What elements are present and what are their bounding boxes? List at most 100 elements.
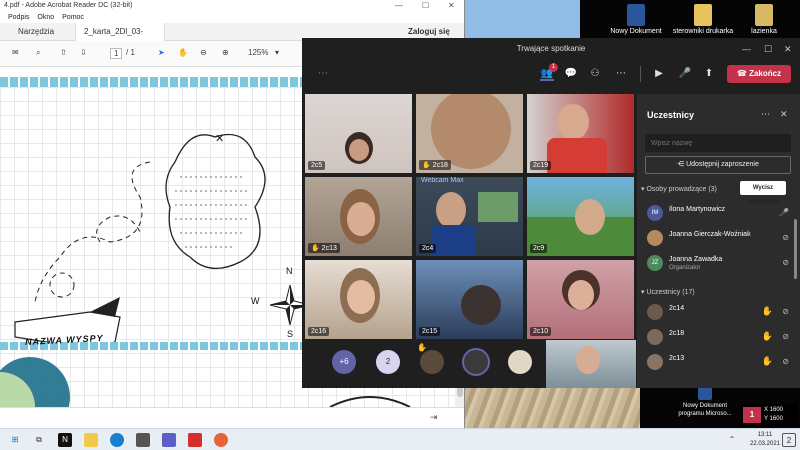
page-number-input[interactable]: 1 [110,48,123,59]
chevron-up-icon[interactable]: ⌃ [725,433,739,447]
search-icon[interactable]: ⌕ [36,48,40,58]
leave-meeting-button[interactable]: ☎ Zakończ [727,65,791,83]
video-tile[interactable]: 2c10 [527,260,634,339]
resolution-overlay: 1 X 1600 Y 1600 [740,404,798,426]
chevron-down-icon[interactable]: ▾ [275,48,279,57]
avatar [647,230,663,246]
participant-row[interactable]: 2c18 ✋ ⊘ [647,327,793,349]
participant-avatar[interactable] [420,350,444,374]
page-up-icon[interactable]: ⇧ [60,48,67,57]
tile-label: 2c10 [530,327,552,336]
video-tile[interactable]: ✋ 2c18 [416,94,523,173]
zoom-in-icon[interactable]: ⊕ [222,48,229,57]
collapse-panel-icon[interactable]: ⇥ [430,412,438,423]
tab-document[interactable]: 2_karta_2Dl_03-04... [75,23,165,54]
microphone-icon[interactable]: 🎤 [678,67,692,81]
raised-hand-icon: ✋ [422,162,431,169]
mail-icon[interactable]: ✉ [12,48,19,57]
microphone-muted-icon[interactable]: ⊘ [782,258,789,267]
participant-avatar-teddy[interactable] [508,350,532,374]
microphone-muted-icon[interactable]: ⊘ [782,233,789,242]
self-video-preview[interactable] [546,340,636,388]
more-participants-button[interactable]: +6 [332,350,356,374]
desktop-icon-word-doc[interactable]: Nowy Dokument programu Microso... [670,386,740,418]
task-view-icon[interactable]: ⧉ [32,433,46,447]
acrobat-app-icon[interactable] [188,433,202,447]
participant-row[interactable]: Joanna Gierczak-Woźniak ⊘ [647,228,793,250]
chat-icon[interactable]: 💬 [564,67,578,81]
file-explorer-icon[interactable] [84,433,98,447]
store-icon[interactable] [136,433,150,447]
tile-label: 2c5 [308,161,326,170]
raised-hand-icon: ✋ [761,306,773,316]
page-down-icon[interactable]: ⇩ [80,48,87,57]
system-clock[interactable]: 13:11 22.03.2021 [750,431,780,449]
zoom-level[interactable]: 125% [248,48,268,57]
maximize-icon[interactable]: ☐ [422,0,429,12]
avatar [647,304,663,320]
close-icon[interactable]: ✕ [448,0,455,12]
panel-title: Uczestnicy [647,110,695,120]
microphone-muted-icon[interactable]: ⊘ [782,332,789,341]
hand-tool-icon[interactable]: ✋ [178,48,188,57]
microphone-muted-icon[interactable]: ⊘ [782,307,789,316]
presenters-section-header[interactable]: ▾ Osoby prowadzące (3) [641,185,717,193]
leave-label: Zakończ [749,69,782,78]
more-options-icon[interactable]: ⋯ [761,109,770,120]
participant-name: Joanna Zawadka [669,256,723,263]
close-icon[interactable]: ✕ [780,109,788,120]
more-options-icon[interactable]: ⋯ [614,67,628,81]
window-title: 4.pdf - Adobe Acrobat Reader DC (32-bit) [4,2,133,9]
desktop-icon-folder-bathroom[interactable]: lazienka [733,0,795,35]
camera-icon[interactable]: ▶ [652,67,666,81]
video-tile[interactable]: ✋ 2c13 [305,177,412,256]
desktop-icon-label: Nowy Dokument programu Microso... [678,403,732,417]
participant-row[interactable]: IM Ilona Martynowicz 🎤 [647,203,793,225]
menu-item-pomoc[interactable]: Pomoc [62,14,84,21]
maximize-icon[interactable]: ☐ [764,38,772,60]
mute-all-button[interactable]: Wycisz wszystkich [740,181,786,205]
participant-count-avatar[interactable]: 2 [376,350,400,374]
video-tile[interactable]: 2c5 [305,94,412,173]
attendees-section-header[interactable]: ▾ Uczestnicy (17) [641,288,695,296]
breakout-rooms-icon[interactable]: ⚇ [588,67,602,81]
close-icon[interactable]: ✕ [784,38,792,60]
video-tile[interactable]: 2c9 [527,177,634,256]
participant-video [431,94,511,169]
desktop-icon-word[interactable]: Nowy Dokument [605,0,667,35]
tile-label: ✋ 2c18 [419,160,451,170]
notion-app-icon[interactable]: N [58,433,72,447]
video-tile[interactable]: 2c15 [416,260,523,339]
clock-date: 22.03.2021 [750,441,781,447]
windows-start-icon[interactable]: ⊞ [8,433,22,447]
share-screen-icon[interactable]: ⬆ [702,67,716,81]
participant-search-input[interactable] [645,134,791,152]
participant-row[interactable]: 2c13 ✋ ⊘ [647,352,793,374]
select-cursor-icon[interactable]: ➤ [158,48,165,57]
chevron-down-icon: ▾ [641,289,645,296]
zoom-out-icon[interactable]: ⊖ [200,48,207,57]
video-tile[interactable]: Webcam Max 2c4 [416,177,523,256]
desktop-icon-folder-drivers[interactable]: sterowniki drukarka [672,0,734,35]
share-invite-button[interactable]: ⋲ Udostępnij zaproszenie [645,156,791,174]
video-tile[interactable]: 2c19 [527,94,634,173]
menu-item-okno[interactable]: Okno [37,14,54,21]
microphone-icon[interactable]: 🎤 [779,208,789,217]
firefox-icon[interactable] [214,433,228,447]
panel-scrollbar[interactable] [794,219,797,279]
participant-row[interactable]: JZ Joanna Zawadka Organizator ⊘ [647,253,793,275]
tab-tools[interactable]: Narzędzia [10,23,62,41]
video-tile[interactable]: 2c16 [305,260,412,339]
notifications-icon[interactable]: 2 [782,433,796,447]
participant-row[interactable]: 2c14 ✋ ⊘ [647,302,793,324]
microphone-muted-icon[interactable]: ⊘ [782,357,789,366]
raised-hand-icon: ✋ [761,331,773,341]
edge-browser-icon[interactable] [110,433,124,447]
minimize-icon[interactable]: — [742,38,751,60]
menu-item-podpis[interactable]: Podpis [8,14,29,21]
participant-video [461,285,501,325]
participant-avatar-active[interactable] [462,348,490,376]
windows-taskbar: ⊞ ⧉ N ⌃ 13:11 22.03.2021 2 [0,428,800,450]
minimize-icon[interactable]: — [395,0,403,12]
teams-app-icon[interactable] [162,433,176,447]
